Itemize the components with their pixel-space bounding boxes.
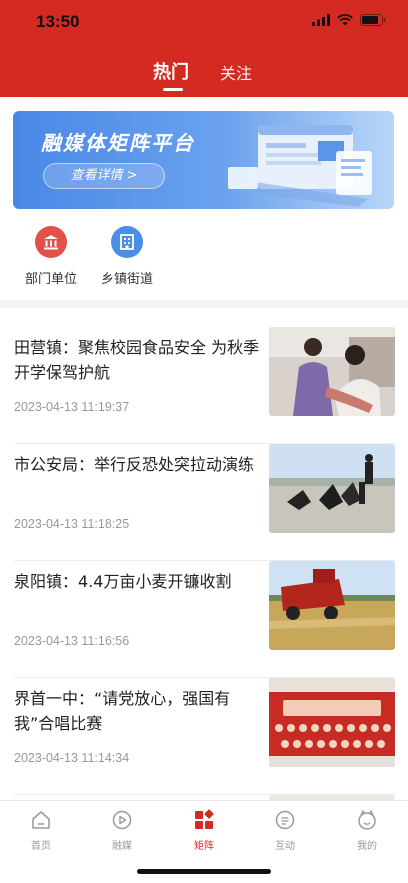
face-icon	[358, 809, 376, 830]
grid-icon	[195, 809, 214, 829]
home-icon	[32, 811, 50, 829]
tabbar-label: 融媒	[112, 841, 132, 852]
tabbar-label: 矩阵	[194, 841, 214, 852]
matrix-platform-banner[interactable]: 融媒体矩阵平台 查看详情 >	[13, 111, 394, 209]
view-details-button[interactable]: 查看详情 >	[43, 163, 165, 189]
list-item[interactable]: 泉阳镇：4.4万亩小麦开镰收割 2023-04-13 11:16:56	[0, 561, 408, 678]
top-header: 13:50 热门 关注	[0, 0, 408, 97]
home-indicator	[137, 869, 271, 874]
news-title: 田营镇：聚焦校园食品安全 为秋季开学保驾护航	[14, 338, 260, 382]
tabbar-item-media[interactable]: 融媒	[92, 809, 152, 852]
news-time: 2023-04-13 11:14:34	[14, 751, 130, 765]
news-thumbnail	[269, 561, 395, 650]
news-thumbnail	[269, 327, 395, 416]
news-time: 2023-04-13 11:16:56	[14, 634, 130, 648]
news-thumbnail	[269, 444, 395, 533]
news-time: 2023-04-13 11:18:25	[14, 517, 130, 531]
tab-follow[interactable]: 关注	[220, 60, 252, 84]
tab-hot[interactable]: 热门	[153, 58, 189, 84]
tabbar-label: 我的	[357, 841, 377, 852]
wifi-icon	[337, 14, 353, 26]
feed-tabs: 热门 关注	[0, 58, 408, 91]
news-time: 2023-04-13 11:19:37	[14, 400, 130, 414]
tabbar-label: 首页	[31, 841, 51, 852]
building-icon	[111, 226, 143, 258]
list-item[interactable]: 市公安局：举行反恐处突拉动演练 2023-04-13 11:18:25	[0, 444, 408, 561]
banner-illustration	[228, 125, 372, 207]
signal-icon	[312, 14, 330, 26]
play-icon	[112, 810, 132, 830]
tabbar-label: 互动	[275, 841, 295, 852]
banner-title: 融媒体矩阵平台	[41, 131, 195, 155]
tabbar-item-mine[interactable]: 我的	[337, 809, 397, 852]
list-item[interactable]: 界首一中：“请党放心，强国有我”合唱比赛 2023-04-13 11:14:34	[0, 678, 408, 795]
battery-icon	[360, 14, 386, 26]
quick-entry-departments[interactable]: 部门单位	[18, 226, 84, 287]
section-divider	[0, 300, 408, 308]
tabbar-item-interact[interactable]: 互动	[255, 809, 315, 852]
active-tab-indicator	[163, 88, 183, 91]
chat-icon	[275, 810, 295, 830]
quick-entry-label: 部门单位	[24, 272, 77, 287]
news-title: 泉阳镇：4.4万亩小麦开镰收割	[14, 572, 232, 591]
tabbar-item-home[interactable]: 首页	[11, 809, 71, 852]
quick-entry-towns[interactable]: 乡镇街道	[94, 226, 160, 287]
bank-icon	[35, 226, 67, 258]
news-title: 界首一中：“请党放心，强国有我”合唱比赛	[14, 689, 231, 733]
quick-entry-label: 乡镇街道	[100, 272, 153, 287]
news-title: 市公安局：举行反恐处突拉动演练	[14, 455, 255, 474]
list-item[interactable]: 田营镇：聚焦校园食品安全 为秋季开学保驾护航 2023-04-13 11:19:…	[0, 327, 408, 444]
status-icons	[312, 14, 386, 26]
status-time: 13:50	[36, 12, 80, 31]
tabbar-item-matrix[interactable]: 矩阵	[174, 809, 234, 852]
news-thumbnail	[269, 678, 395, 767]
